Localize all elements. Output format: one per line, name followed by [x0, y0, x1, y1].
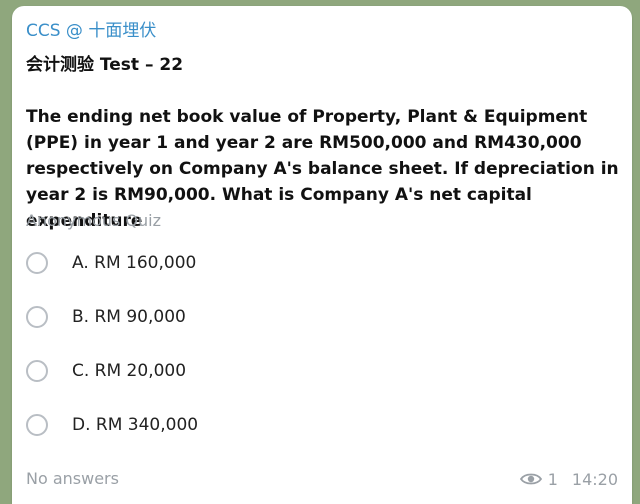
- radio-button[interactable]: [26, 414, 48, 436]
- message-time: 14:20: [571, 469, 618, 489]
- answers-status: No answers: [26, 469, 119, 488]
- option-label: A. RM 160,000: [72, 253, 197, 273]
- quiz-title: 会计测验 Test – 22: [26, 55, 184, 75]
- quiz-option-b[interactable]: B. RM 90,000: [26, 292, 622, 346]
- message-bubble: CCS @ 十面埋伏 会计测验 Test – 22 The ending net…: [12, 6, 632, 504]
- radio-button[interactable]: [26, 360, 48, 382]
- message-meta: 1 14:20: [519, 468, 618, 490]
- option-label: C. RM 20,000: [72, 361, 187, 381]
- quiz-type-label: Anonymous Quiz: [26, 211, 161, 230]
- quiz-option-d[interactable]: D. RM 340,000: [26, 400, 622, 454]
- view-count: 1: [547, 469, 558, 489]
- sender-name[interactable]: CCS @ 十面埋伏: [26, 20, 156, 42]
- option-label: B. RM 90,000: [72, 307, 186, 327]
- eye-icon: [519, 473, 542, 485]
- quiz-option-c[interactable]: C. RM 20,000: [26, 346, 622, 400]
- radio-button[interactable]: [26, 306, 48, 328]
- quiz-option-a[interactable]: A. RM 160,000: [26, 238, 622, 292]
- option-label: D. RM 340,000: [72, 415, 199, 435]
- radio-button[interactable]: [26, 252, 48, 274]
- quiz-options: A. RM 160,000 B. RM 90,000 C. RM 20,000 …: [26, 238, 622, 454]
